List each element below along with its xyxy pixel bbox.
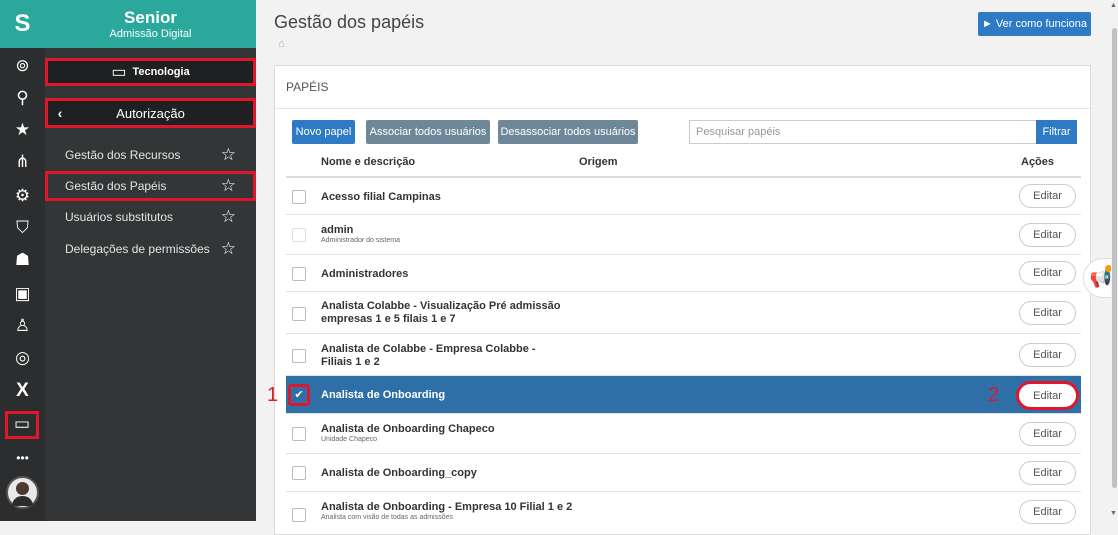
scroll-up-icon[interactable]: ▲: [1110, 2, 1117, 9]
sidebar-item-delegacoes[interactable]: Delegações de permissões ☆: [45, 234, 256, 264]
senior-logo-icon[interactable]: S: [0, 0, 45, 48]
row-checkbox[interactable]: [292, 508, 306, 522]
table-row[interactable]: Analista de Onboarding_copy Editar: [286, 454, 1081, 492]
associar-todos-button[interactable]: Associar todos usuários: [366, 120, 490, 144]
star-outline-icon[interactable]: ☆: [221, 207, 236, 227]
row-checkbox[interactable]: [292, 307, 306, 321]
row-description: Unidade Chapeco: [321, 436, 378, 443]
column-header-origem: Origem: [579, 156, 618, 168]
editar-button[interactable]: Editar: [1019, 500, 1076, 524]
row-name: Analista de Onboarding Chapeco: [321, 423, 495, 435]
x-logo-icon[interactable]: X: [0, 381, 45, 401]
row-name: Analista de Onboarding - Empresa 10 Fili…: [321, 501, 573, 513]
annotation-1: 1: [267, 384, 279, 406]
user-circle-icon[interactable]: ⊚: [0, 56, 45, 76]
star-outline-icon[interactable]: ☆: [221, 176, 236, 196]
section-label: Autorização: [116, 105, 185, 121]
row-name: admin: [321, 224, 354, 236]
avatar[interactable]: [6, 476, 39, 509]
avatar-body: [12, 496, 33, 506]
desassociar-todos-button[interactable]: Desassociar todos usuários: [498, 120, 638, 144]
star-outline-icon[interactable]: ☆: [221, 145, 236, 165]
row-name: Analista de Colabbe - Empresa Colabbe - …: [321, 343, 536, 368]
ver-como-funciona-button[interactable]: ► Ver como funciona: [978, 12, 1091, 36]
brand-subtitle: Admissão Digital: [109, 28, 192, 40]
table-row-selected[interactable]: ✔ Analista de Onboarding Editar: [286, 376, 1081, 414]
row-checkbox[interactable]: [292, 190, 306, 204]
divider: [275, 108, 1092, 109]
row-name: Analista de Onboarding_copy: [321, 467, 477, 479]
row-checkbox[interactable]: [292, 427, 306, 441]
column-header-acoes: Ações: [1021, 156, 1055, 168]
search-icon[interactable]: ⚲: [0, 88, 45, 108]
star-outline-icon[interactable]: ☆: [221, 239, 236, 259]
sidebar-item-label: Gestão dos Papéis: [65, 179, 167, 193]
people-icon[interactable]: ☗: [0, 250, 45, 270]
check-icon[interactable]: ✔: [288, 384, 310, 406]
editar-button[interactable]: Editar: [1019, 184, 1076, 208]
table-row[interactable]: Analista Colabbe - Visualização Pré admi…: [286, 292, 1081, 334]
row-description: Analista com visão de todas as admissões: [321, 514, 453, 521]
sidebar-item-label: Delegações de permissões: [65, 242, 210, 256]
editar-button[interactable]: Editar: [1019, 343, 1076, 367]
row-checkbox[interactable]: [292, 349, 306, 363]
section-autorizacao[interactable]: ‹ Autorização: [45, 98, 256, 128]
editar-button[interactable]: Editar: [1019, 422, 1076, 446]
row-description: Administrador do sistema: [321, 237, 400, 244]
org-chart-icon[interactable]: ⋔: [0, 152, 45, 172]
brand-title: Senior: [124, 8, 177, 27]
search-input[interactable]: [689, 120, 1037, 144]
target-icon[interactable]: ◎: [0, 348, 45, 368]
annotation-2: 2: [988, 384, 1000, 406]
page-title: Gestão dos papéis: [274, 12, 425, 32]
table-row[interactable]: Analista de Onboarding Chapeco Unidade C…: [286, 414, 1081, 454]
more-icon[interactable]: •••: [0, 448, 45, 468]
chevron-left-icon[interactable]: ‹: [45, 105, 75, 121]
star-icon[interactable]: ★: [0, 120, 45, 140]
table-row[interactable]: admin Administrador do sistema Editar: [286, 215, 1081, 255]
person-laptop-icon[interactable]: ♙: [0, 316, 45, 336]
shield-icon[interactable]: ⛉: [0, 218, 45, 238]
avatar-head: [16, 482, 29, 495]
sidebar: Senior Admissão Digital ▭ Tecnologia ‹ A…: [45, 0, 256, 521]
scrollbar-thumb[interactable]: [1112, 28, 1117, 488]
editar-button[interactable]: Editar: [1019, 461, 1076, 485]
category-tecnologia[interactable]: ▭ Tecnologia: [45, 58, 256, 86]
scroll-down-icon[interactable]: ▼: [1110, 510, 1117, 517]
table-row[interactable]: Acesso filial Campinas Editar: [286, 178, 1081, 215]
briefcase-icon[interactable]: ▣: [0, 284, 45, 304]
category-label: Tecnologia: [132, 66, 190, 78]
table-row[interactable]: Administradores Editar: [286, 255, 1081, 292]
sidebar-item-label: Usuários substitutos: [65, 210, 174, 224]
card-title: PAPÉIS: [286, 80, 329, 94]
row-name: Analista Colabbe - Visualização Pré admi…: [321, 300, 561, 325]
sidebar-item-gestao-papeis[interactable]: Gestão dos Papéis ☆: [45, 171, 256, 201]
column-header-nome: Nome e descrição: [321, 156, 416, 168]
app-rail: S ⊚ ⚲ ★ ⋔ ⚙ ⛉ ☗ ▣ ♙ ◎ X ▭ •••: [0, 0, 45, 521]
table-row[interactable]: Analista de Onboarding - Empresa 10 Fili…: [286, 492, 1081, 532]
brand-header[interactable]: Senior Admissão Digital: [45, 0, 256, 48]
monitor-icon[interactable]: ▭: [5, 411, 39, 439]
row-name: Acesso filial Campinas: [321, 191, 441, 203]
row-name: Administradores: [321, 268, 409, 280]
building-gear-icon[interactable]: ⚙: [0, 186, 45, 206]
sidebar-item-usuarios-substitutos[interactable]: Usuários substitutos ☆: [45, 202, 256, 232]
novo-papel-button[interactable]: Novo papel: [292, 120, 355, 144]
row-checkbox[interactable]: [292, 228, 306, 242]
editar-button[interactable]: Editar: [1016, 381, 1079, 410]
editar-button[interactable]: Editar: [1019, 301, 1076, 325]
editar-button[interactable]: Editar: [1019, 223, 1076, 247]
monitor-icon: ▭: [111, 64, 127, 81]
sidebar-item-gestao-recursos[interactable]: Gestão dos Recursos ☆: [45, 140, 256, 170]
home-icon[interactable]: ⌂: [278, 38, 285, 50]
row-checkbox[interactable]: [292, 466, 306, 480]
papeis-card: PAPÉIS Novo papel Associar todos usuário…: [274, 65, 1092, 535]
row-name: Analista de Onboarding: [321, 389, 446, 401]
row-checkbox[interactable]: [292, 267, 306, 281]
filtrar-button[interactable]: Filtrar: [1036, 120, 1077, 144]
main-content: Gestão dos papéis ⌂ ► Ver como funciona …: [256, 0, 1111, 535]
editar-button[interactable]: Editar: [1019, 261, 1076, 285]
sidebar-item-label: Gestão dos Recursos: [65, 148, 181, 162]
table-row[interactable]: Analista de Colabbe - Empresa Colabbe - …: [286, 334, 1081, 376]
